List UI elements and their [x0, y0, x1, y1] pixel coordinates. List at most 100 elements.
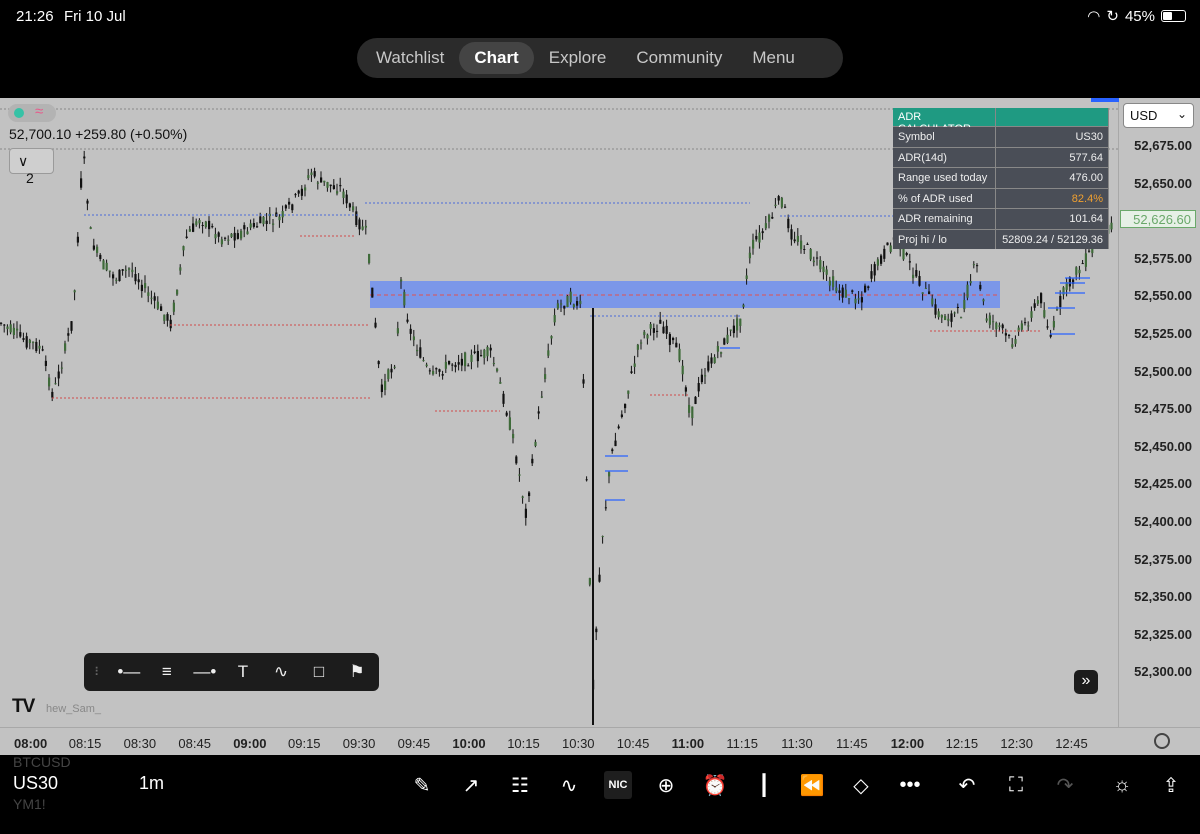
candle-body	[89, 227, 92, 229]
candle-body	[432, 370, 435, 375]
candle-body	[355, 211, 358, 225]
candle-body	[553, 315, 556, 323]
candle-body	[163, 314, 166, 321]
candle-body	[630, 371, 633, 374]
candle-body	[960, 317, 963, 319]
candle-body	[188, 229, 191, 232]
candle-body	[758, 232, 761, 243]
time-tick-label: 09:15	[288, 736, 321, 751]
candle-body	[752, 239, 755, 249]
price-axis[interactable]: USD ⌄ 52,675.0052,650.0052,600.0052,575.…	[1118, 98, 1200, 727]
candle-body	[617, 426, 620, 429]
candle-body	[704, 375, 707, 377]
candle-body	[486, 346, 489, 357]
layout-grid-icon[interactable]: ☷	[506, 771, 534, 799]
more-icon[interactable]: •••	[896, 771, 924, 799]
share-icon[interactable]: ⇪	[1157, 771, 1185, 799]
candle-style-icon[interactable]: ┃	[750, 771, 778, 799]
path-icon[interactable]: ∿	[269, 661, 293, 683]
candle-body	[198, 220, 201, 224]
timeframe-button[interactable]: 1m	[139, 773, 164, 794]
tab-community[interactable]: Community	[621, 42, 737, 74]
candle-body	[390, 368, 393, 373]
candle-body	[844, 289, 847, 298]
candle-body	[912, 274, 915, 279]
candle-body	[761, 231, 764, 234]
tab-watchlist[interactable]: Watchlist	[361, 42, 459, 74]
scroll-to-realtime-button[interactable]: »	[1074, 670, 1098, 694]
fullscreen-icon[interactable]: ⛶	[1002, 771, 1030, 799]
candle-body	[937, 311, 940, 318]
candle-body	[969, 281, 972, 284]
time-axis[interactable]: 08:00 08:15 08:30 08:45 09:00 09:15 09:30 09:45…	[0, 727, 1200, 755]
draw-pencil-icon[interactable]: ✎	[408, 771, 436, 799]
candle-body	[540, 396, 543, 398]
candle-body	[928, 291, 931, 295]
candle-body	[233, 232, 236, 241]
symbol-button[interactable]: US30	[13, 773, 58, 794]
top-nav: Watchlist Chart Explore Community Menu	[357, 38, 843, 78]
adr-value: US30	[996, 127, 1109, 147]
candle-body	[438, 369, 441, 372]
candle-body	[569, 291, 572, 303]
ray-icon[interactable]: —•	[193, 661, 217, 683]
candle-body	[579, 300, 582, 305]
add-icon[interactable]: ⊕	[652, 771, 680, 799]
candle-body	[537, 411, 540, 414]
replay-icon[interactable]: ⏪	[798, 771, 826, 799]
candle-body	[777, 196, 780, 201]
candle-body	[416, 349, 419, 352]
idea-bulb-icon[interactable]: ☼	[1108, 771, 1136, 799]
tab-explore[interactable]: Explore	[534, 42, 622, 74]
tab-menu[interactable]: Menu	[737, 42, 810, 74]
candle-body	[867, 286, 870, 289]
text-icon[interactable]: T	[231, 661, 255, 683]
trend-line-icon[interactable]: •—	[117, 661, 141, 683]
price-tick-label: 52,500.00	[1134, 363, 1192, 379]
legend-indicator-toggle[interactable]: ≈	[8, 103, 56, 122]
candle-body	[720, 352, 723, 354]
status-bar: 21:26 Fri 10 Jul ◠ ↻ 45%	[0, 0, 1200, 34]
price-tick-label: 52,675.00	[1134, 138, 1192, 153]
double-chevron-right-icon: »	[1081, 672, 1091, 689]
indicator-nic-icon[interactable]: NIC	[604, 771, 632, 799]
candle-body	[614, 440, 617, 447]
chart-area[interactable]: ≈ 52,700.10 +259.80 (+0.50%) ∨ 2 ADR CAL…	[0, 98, 1200, 755]
undo-icon[interactable]: ↶	[953, 771, 981, 799]
candle-body	[176, 289, 179, 295]
candle-body	[796, 235, 799, 242]
price-tick-label: 52,450.00	[1134, 438, 1192, 454]
tab-chart[interactable]: Chart	[459, 42, 534, 74]
time-tick-label: 10:00	[452, 736, 486, 751]
gear-icon[interactable]	[1154, 733, 1170, 749]
time-tick-label: 11:15	[726, 736, 758, 751]
candle-body	[563, 305, 566, 309]
candle-body	[608, 472, 611, 477]
rectangle-icon[interactable]: □	[307, 661, 331, 683]
candle-body	[342, 191, 345, 198]
adr-value: 52809.24 / 52129.36	[996, 229, 1109, 249]
indicators-icon[interactable]: ↗	[457, 771, 485, 799]
compare-icon[interactable]: ∿	[555, 771, 583, 799]
candle-body	[67, 333, 70, 336]
price-tick-label: 52,425.00	[1134, 476, 1192, 492]
candle-body	[80, 178, 83, 188]
candle-body	[134, 274, 137, 282]
candle-body	[316, 182, 319, 184]
fib-icon[interactable]: ⚑	[345, 661, 369, 683]
horizontal-lines-icon[interactable]: ≡	[155, 661, 179, 683]
redo-icon[interactable]: ↷	[1051, 771, 1079, 799]
candle-body	[249, 223, 252, 228]
candle-body	[300, 188, 303, 196]
candle-body	[556, 303, 559, 309]
candle-body	[582, 379, 585, 384]
candle-body	[944, 316, 947, 320]
alarm-icon[interactable]: ⏰	[701, 771, 729, 799]
currency-select[interactable]: USD ⌄	[1123, 103, 1194, 128]
collapse-studies-button[interactable]: ∨ 2	[9, 148, 54, 186]
candle-body	[12, 327, 15, 336]
candle-body	[544, 374, 547, 379]
drag-handle-icon[interactable]: ⠇	[94, 665, 103, 679]
layers-icon[interactable]: ◇	[847, 771, 875, 799]
candle-body	[435, 368, 438, 370]
